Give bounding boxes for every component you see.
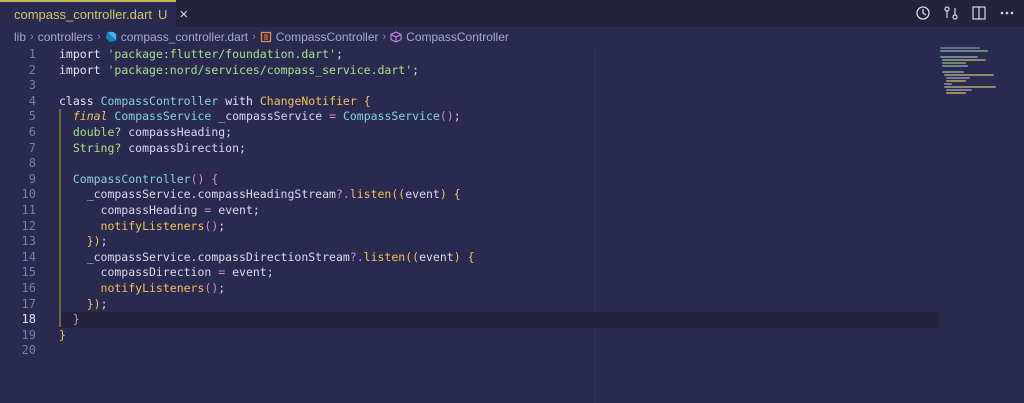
tab-bar: compass_controller.dart U × [0,0,1024,27]
line-number: 13 [21,234,36,249]
cube-icon [390,31,402,43]
chevron-right-icon: › [97,31,101,43]
line-number-gutter: 1 2 3 4 5 6 7 8 9 10 11 12 13 14 15 16 1… [0,47,52,359]
tab-label: compass_controller.dart [14,7,153,22]
code-line: String? compassDirection; [72,140,246,155]
breadcrumb-file[interactable]: compass_controller.dart [121,30,248,44]
dart-file-icon [105,31,116,43]
more-actions-icon[interactable] [998,4,1016,22]
class-icon [260,31,271,43]
breadcrumb-controllers[interactable]: controllers [38,30,93,44]
breadcrumb-class[interactable]: CompassController [276,30,379,44]
chevron-right-icon: › [382,31,387,43]
line-number: 14 [21,249,36,264]
line-number: 4 [28,93,36,108]
code-line: CompassController() { [72,171,219,186]
code-line: class CompassController with ChangeNotif… [59,93,371,108]
code-line: _compassService.compassDirectionStream?.… [59,249,475,264]
code-line: notifyListeners(); [100,218,226,233]
code-editor[interactable]: import 'package:flutter/foundation.dart'… [59,47,939,359]
line-number: 20 [21,343,36,358]
minimap[interactable] [940,47,1010,107]
line-number: 6 [28,124,36,139]
code-line: } [59,327,66,342]
line-number: 7 [28,140,36,155]
code-line: _compassService.compassHeadingStream?.li… [59,187,461,202]
editor-actions [914,4,1016,22]
split-editor-icon[interactable] [970,4,988,22]
tab-status-badge: U [158,7,168,22]
code-line: }); [86,234,108,249]
code-line: compassHeading = event; [59,202,260,217]
line-number: 3 [28,78,36,93]
code-line: import 'package:nord/services/compass_se… [59,62,420,77]
line-number: 16 [21,280,36,295]
code-line-current: } [59,312,939,328]
indent-guide-active [59,109,61,327]
chevron-right-icon: › [30,31,34,43]
line-number: 5 [28,109,36,124]
code-line: import 'package:flutter/foundation.dart'… [59,47,343,61]
compare-changes-icon[interactable] [942,4,960,22]
line-number: 10 [21,187,36,202]
breadcrumb-lib[interactable]: lib [14,30,26,44]
breadcrumb-constructor[interactable]: CompassController [406,30,509,44]
line-number: 11 [21,202,36,217]
line-number: 2 [28,62,36,77]
history-icon[interactable] [914,4,932,22]
code-line: }); [86,296,108,311]
line-number: 19 [21,327,36,342]
code-line: final CompassService _compassService = C… [72,109,461,124]
line-number-active: 18 [21,312,36,327]
code-line: notifyListeners(); [100,280,226,295]
tab-compass-controller[interactable]: compass_controller.dart U × [0,0,188,27]
line-number: 17 [21,296,36,311]
line-number: 8 [28,156,36,171]
code-line: compassDirection = event; [59,265,274,280]
code-line: double? compassHeading; [72,124,233,139]
chevron-right-icon: › [252,31,256,43]
breadcrumb: lib › controllers › compass_controller.d… [0,27,1024,47]
line-number: 1 [28,47,36,61]
close-icon[interactable]: × [179,6,188,23]
line-number: 9 [28,171,36,186]
line-number: 12 [21,218,36,233]
line-number: 15 [21,265,36,280]
